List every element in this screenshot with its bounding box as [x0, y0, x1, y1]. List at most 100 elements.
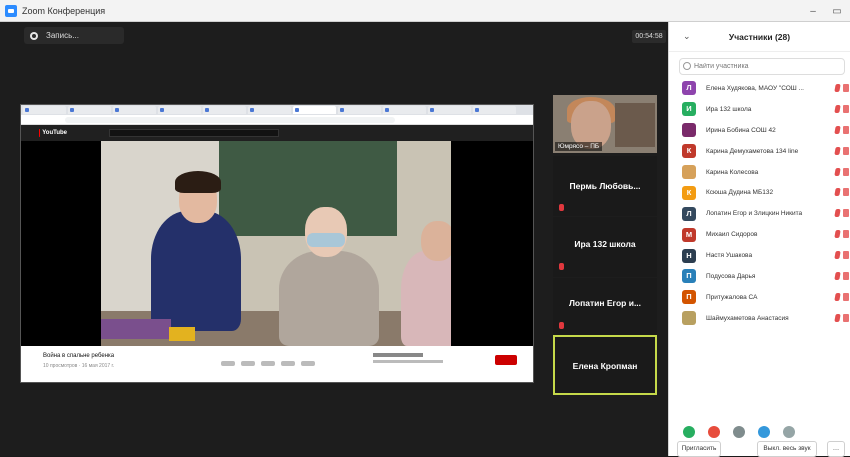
- participant-row[interactable]: Карина Колесова: [669, 162, 850, 183]
- video-tile-2[interactable]: Ира 132 школа: [553, 217, 657, 277]
- scene-person-woman-head: [305, 207, 347, 257]
- invite-button[interactable]: Пригласить: [677, 441, 721, 457]
- tile-name: Ира 132 школа: [574, 239, 636, 249]
- participant-name: Настя Ушакова: [706, 252, 753, 260]
- avatar: Л: [682, 81, 696, 96]
- youtube-logo-text: YouTube: [42, 130, 67, 136]
- channel-info: [373, 353, 443, 371]
- mute-all-button[interactable]: Выкл. весь звук: [757, 441, 817, 457]
- avatar: К: [682, 144, 696, 159]
- muted-mic-icon: [834, 209, 841, 218]
- youtube-header: YouTube: [21, 125, 533, 141]
- participant-row[interactable]: Л Елена Худякова, МАОУ "СОШ ...: [669, 78, 850, 99]
- participant-search-input[interactable]: [679, 58, 845, 75]
- zoom-app-icon: [5, 4, 17, 17]
- browser-tab: [23, 106, 66, 114]
- record-button[interactable]: Запись...: [24, 27, 124, 44]
- participant-name: Карина Колесова: [706, 168, 759, 176]
- video-off-icon: [843, 313, 849, 322]
- participant-status: [834, 209, 849, 218]
- omnibox: [65, 117, 395, 123]
- minimize-button[interactable]: –: [800, 0, 826, 22]
- browser-tab: [428, 106, 471, 114]
- participant-status: [834, 146, 849, 155]
- participant-row[interactable]: Н Настя Ушакова: [669, 245, 850, 266]
- participant-name: Подусова Дарья: [706, 272, 756, 280]
- muted-mic-icon: [834, 125, 841, 134]
- classroom-scene: [101, 141, 451, 346]
- video-tile-0[interactable]: Юмрясо – ПБ: [553, 95, 657, 153]
- video-tile-3[interactable]: Лопатин Егор и...: [553, 278, 657, 338]
- participants-panel: ⌄ Участники (28) Л Елена Худякова, МАОУ "…: [668, 22, 850, 457]
- muted-mic-icon: [559, 204, 564, 211]
- video-off-icon: [843, 292, 849, 301]
- video-off-icon: [843, 84, 849, 92]
- muted-mic-icon: [834, 251, 841, 260]
- video-off-icon: [843, 146, 849, 155]
- reaction-bar: [683, 426, 795, 438]
- participant-row[interactable]: К Ксюша Дудина МБ132: [669, 182, 850, 203]
- muted-mic-icon: [834, 313, 841, 322]
- zoom-window: Zoom Конференция – ▭ Запись... 00:54:58 …: [0, 0, 850, 457]
- avatar: М: [682, 227, 696, 242]
- participant-name: Елена Худякова, МАОУ "СОШ ...: [706, 84, 804, 92]
- participant-row[interactable]: М Михаил Сидоров: [669, 224, 850, 245]
- maximize-button[interactable]: ▭: [824, 0, 850, 22]
- video-off-icon: [843, 167, 849, 176]
- faster-icon[interactable]: [758, 426, 770, 438]
- participant-row[interactable]: К Карина Демухаметова 134 line: [669, 141, 850, 162]
- meeting-timer: 00:54:58: [632, 30, 666, 43]
- participant-status: [834, 251, 849, 260]
- record-icon: [30, 31, 38, 40]
- participant-name: Притужалова СА: [706, 293, 758, 301]
- video-tile-active-speaker[interactable]: Елена Кропман: [553, 335, 657, 395]
- scene-books: [101, 319, 171, 339]
- scene-person-woman: [279, 251, 379, 346]
- video-title: Война в спальне ребенка: [43, 353, 115, 359]
- participant-list: Л Елена Худякова, МАОУ "СОШ ... И Ира 132 ш…: [669, 78, 850, 329]
- participants-header: ⌄ Участники (28): [669, 22, 850, 52]
- shared-video-frame: [21, 141, 533, 346]
- record-label: Запись...: [46, 31, 79, 40]
- muted-mic-icon: [834, 188, 841, 197]
- participant-name: Ирина Бобина СОШ 42: [706, 126, 776, 134]
- video-off-icon: [843, 230, 849, 239]
- participant-row[interactable]: Л Лопатин Егор и Злицкин Никита: [669, 203, 850, 224]
- participant-row[interactable]: Шаймухаметова Анастасия: [669, 308, 850, 329]
- window-title: Zoom Конференция: [22, 5, 106, 16]
- participant-status: [834, 188, 849, 197]
- participant-name: Карина Демухаметова 134 line: [706, 147, 799, 155]
- scene-person-girl-head: [421, 221, 451, 261]
- browser-tab-strip: [21, 105, 533, 115]
- yes-icon[interactable]: [683, 426, 695, 438]
- title-bar: Zoom Конференция – ▭: [0, 0, 850, 22]
- more-button[interactable]: …: [827, 441, 845, 457]
- muted-mic-icon: [559, 322, 564, 329]
- participant-row[interactable]: Ирина Бобина СОШ 42: [669, 120, 850, 141]
- slower-icon[interactable]: [733, 426, 745, 438]
- more-icon[interactable]: [783, 426, 795, 438]
- scene-person-boy-hair: [175, 171, 221, 193]
- participant-row[interactable]: П Подусова Дарья: [669, 266, 850, 287]
- participant-status: [834, 230, 849, 239]
- avatar: [682, 311, 696, 326]
- video-actions: [221, 361, 341, 367]
- youtube-search-box: [109, 129, 279, 137]
- browser-tab: [383, 106, 426, 114]
- participant-name: Ира 132 школа: [706, 105, 752, 113]
- video-meta: 10 просмотров · 16 мая 2017 г.: [43, 363, 115, 369]
- participant-status: [834, 272, 849, 281]
- avatar: [682, 165, 696, 179]
- participant-row[interactable]: И Ира 132 школа: [669, 99, 850, 120]
- participant-row[interactable]: П Притужалова СА: [669, 287, 850, 308]
- subscribe-button: [495, 355, 517, 365]
- video-off-icon: [843, 251, 849, 260]
- shared-screen[interactable]: YouTube Война в спальне ребенка 10 просм…: [20, 104, 534, 383]
- muted-mic-icon: [834, 272, 841, 281]
- search-icon: [683, 62, 691, 70]
- muted-mic-icon: [834, 146, 841, 155]
- tile-name: Елена Кропман: [572, 361, 638, 371]
- avatar: Л: [682, 206, 696, 221]
- no-icon[interactable]: [708, 426, 720, 438]
- video-tile-1[interactable]: Пермь Любовь...: [553, 156, 657, 216]
